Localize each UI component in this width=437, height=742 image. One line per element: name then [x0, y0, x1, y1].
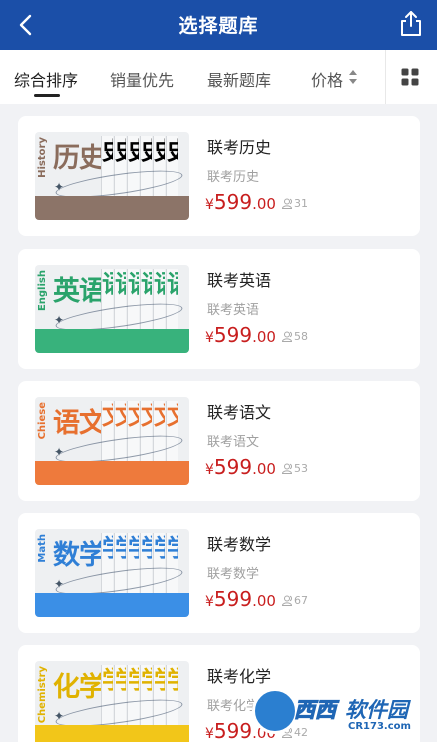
- buyers-icon: [281, 595, 293, 606]
- buyer-count-value: 31: [294, 197, 308, 210]
- buyer-count-value: 53: [294, 462, 308, 475]
- cover-title: 数学: [53, 540, 106, 571]
- course-cover-image: History 历史 史 史 史 史 史 史 ✦: [35, 132, 189, 220]
- cover-star-decoration: ✦: [54, 313, 65, 327]
- list-item[interactable]: Chiese 语文 文 文 文 文 文 文 ✦ 联考语文 联考语文 ¥599.0…: [18, 381, 420, 501]
- price-integer: 599: [213, 587, 253, 611]
- site-watermark: 西西 软件园 CR173.com: [252, 688, 432, 742]
- course-cover-image: English 英语 语 语 语 语 语 语 ✦: [35, 265, 189, 353]
- price-currency: ¥: [205, 462, 214, 478]
- cover-color-band: [35, 196, 189, 220]
- list-item[interactable]: Math 数学 学 学 学 学 学 学 ✦ 联考数学 联考数学 ¥599.00 …: [18, 513, 420, 633]
- buyers-icon: [281, 463, 293, 474]
- sort-updown-icon[interactable]: [348, 69, 358, 85]
- cover-vertical-text: History: [37, 137, 48, 178]
- price-decimal: .00: [252, 195, 276, 213]
- price-integer: 599: [213, 323, 253, 347]
- cover-title: 历史: [53, 143, 106, 174]
- course-name: 联考英语: [207, 271, 272, 290]
- course-cover-image: Math 数学 学 学 学 学 学 学 ✦: [35, 529, 189, 617]
- buyer-count: 31: [281, 197, 308, 210]
- cover-title: 英语: [53, 276, 106, 307]
- cover-title: 化学: [53, 672, 106, 703]
- price-currency: ¥: [205, 594, 214, 610]
- course-name: 联考历史: [207, 138, 272, 157]
- cover-vertical-text: Math: [37, 534, 48, 563]
- cover-star-decoration: ✦: [54, 577, 65, 591]
- buyer-count: 53: [281, 462, 308, 475]
- cover-book-spine: 史: [166, 136, 178, 196]
- page-title: 选择题库: [178, 15, 259, 37]
- cover-color-band: [35, 461, 189, 485]
- price-decimal: .00: [252, 592, 276, 610]
- tab-price[interactable]: 价格: [311, 67, 343, 91]
- cover-star-decoration: ✦: [54, 709, 65, 723]
- watermark-name-white: 西西: [294, 698, 337, 723]
- cover-book-spine: 学: [166, 665, 178, 725]
- course-price: ¥599.00: [205, 190, 276, 214]
- buyer-count-value: 58: [294, 330, 308, 343]
- buyer-count: 58: [281, 330, 308, 343]
- price-integer: 599: [213, 719, 253, 742]
- price-integer: 599: [213, 455, 253, 479]
- course-price: ¥599.00: [205, 587, 276, 611]
- buyer-count: 67: [281, 594, 308, 607]
- list-item[interactable]: English 英语 语 语 语 语 语 语 ✦ 联考英语 联考英语 ¥599.…: [18, 249, 420, 369]
- course-name: 联考数学: [207, 535, 272, 554]
- list-item[interactable]: History 历史 史 史 史 史 史 史 ✦ 联考历史 联考历史 ¥599.…: [18, 116, 420, 236]
- cover-color-band: [35, 329, 189, 353]
- cover-vertical-text: English: [37, 270, 48, 312]
- course-name: 联考语文: [207, 403, 272, 422]
- cover-color-band: [35, 725, 189, 742]
- price-currency: ¥: [205, 330, 214, 346]
- cover-vertical-text: Chiese: [37, 402, 48, 440]
- course-subtitle: 联考历史: [207, 170, 260, 185]
- tab-newest[interactable]: 最新题库: [207, 67, 271, 91]
- course-subtitle: 联考语文: [207, 435, 260, 450]
- cover-book-spine: 文: [166, 401, 178, 461]
- cover-book-spine: 学: [166, 533, 178, 593]
- buyers-icon: [281, 198, 293, 209]
- price-currency: ¥: [205, 726, 214, 742]
- course-price: ¥599.00: [205, 323, 276, 347]
- price-decimal: .00: [252, 328, 276, 346]
- buyer-count-value: 67: [294, 594, 308, 607]
- price-decimal: .00: [252, 460, 276, 478]
- grid-view-icon[interactable]: [401, 68, 419, 86]
- price-currency: ¥: [205, 197, 214, 213]
- tab-sales[interactable]: 销量优先: [110, 67, 174, 91]
- watermark-url: CR173.com: [348, 721, 411, 732]
- price-integer: 599: [213, 190, 253, 214]
- course-cover-image: Chiese 语文 文 文 文 文 文 文 ✦: [35, 397, 189, 485]
- tab-divider: [385, 50, 386, 104]
- course-subtitle: 联考数学: [207, 567, 260, 582]
- cover-vertical-text: Chemistry: [37, 666, 48, 724]
- course-cover-image: Chemistry 化学 学 学 学 学 学 学 ✦: [35, 661, 189, 742]
- cover-star-decoration: ✦: [54, 180, 65, 194]
- course-name: 联考化学: [207, 667, 272, 686]
- cover-color-band: [35, 593, 189, 617]
- question-bank-list: History 历史 史 史 史 史 史 史 ✦ 联考历史 联考历史 ¥599.…: [0, 104, 437, 742]
- course-price: ¥599.00: [205, 455, 276, 479]
- app-header: 选择题库: [0, 0, 437, 50]
- cover-star-decoration: ✦: [54, 445, 65, 459]
- cover-title: 语文: [53, 408, 106, 439]
- cover-book-spine: 语: [166, 269, 178, 329]
- course-subtitle: 联考英语: [207, 303, 260, 318]
- buyers-icon: [281, 331, 293, 342]
- watermark-name-blue: 软件园: [345, 698, 408, 722]
- share-icon[interactable]: [397, 9, 425, 39]
- watermark-logo-icon: [252, 688, 298, 734]
- sort-tabs: 综合排序 销量优先 最新题库 价格: [0, 50, 437, 104]
- tab-comprehensive[interactable]: 综合排序: [14, 67, 78, 91]
- active-tab-indicator: [34, 94, 60, 97]
